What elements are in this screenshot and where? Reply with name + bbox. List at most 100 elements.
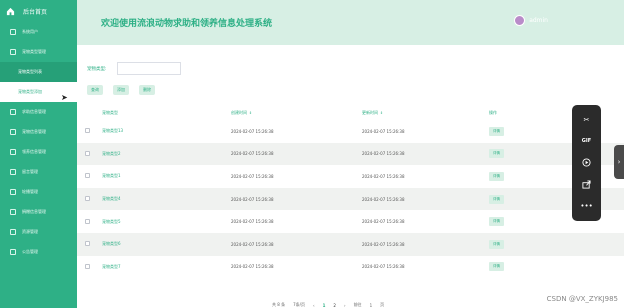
detail-button[interactable]: 详情: [489, 262, 504, 272]
cell-created: 2024-02-07 15:26:38: [231, 173, 274, 179]
page-number[interactable]: 1: [323, 303, 326, 308]
data-table: 宠物类型 创建时间 ⇕ 更新时间 ⇕ 操作 宠物类型13 2024-02-07 15:…: [77, 105, 624, 278]
sidebar-menu: 系统用户宠物类型管理宠物类型列表 宠物类型添加求助信息管理宠物信息管理领养信息管理…: [0, 22, 77, 262]
detail-button[interactable]: 详情: [489, 194, 504, 204]
row-checkbox[interactable]: [85, 263, 90, 269]
sidebar-item[interactable]: 系统用户: [0, 22, 77, 42]
gif-icon[interactable]: GIF: [581, 135, 593, 147]
cell-created: 2024-02-07 15:26:38: [231, 241, 274, 247]
column-header-updated[interactable]: 更新时间: [362, 110, 378, 115]
sidebar-item-label: 资源管理: [22, 229, 38, 234]
sidebar-item-label: 宠物信息管理: [22, 129, 46, 134]
delete-button[interactable]: 删除: [139, 85, 155, 95]
brand-label: 后台首页: [23, 8, 48, 16]
sidebar-item[interactable]: 领养信息管理: [0, 142, 77, 162]
sort-icon[interactable]: ⇕: [380, 111, 383, 115]
cell-type: 宠物类型7: [102, 263, 121, 269]
cell-type: 宠物类型1: [102, 173, 121, 179]
menu-item-icon: [10, 129, 16, 135]
cell-updated: 2024-02-07 15:26:38: [362, 151, 405, 157]
goto-page-input[interactable]: 1: [370, 303, 373, 308]
prev-page-button[interactable]: ‹: [313, 303, 315, 308]
detail-button[interactable]: 详情: [489, 239, 504, 249]
sidebar-item[interactable]: 留言管理: [0, 162, 77, 182]
page-list: 12: [323, 303, 336, 308]
detail-button[interactable]: 详情: [489, 217, 504, 227]
cell-created: 2024-02-07 15:26:38: [231, 219, 274, 225]
sidebar-item-label: 公告管理: [22, 249, 38, 254]
sidebar-item[interactable]: 轮播管理: [0, 182, 77, 202]
sidebar-item[interactable]: 公告管理: [0, 242, 77, 262]
brand-home-link[interactable]: 后台首页: [0, 0, 77, 22]
pagination: 共 8 条 7条/页 ‹ 12 › 前往 1 页: [272, 302, 384, 308]
cell-updated: 2024-02-07 15:26:38: [362, 173, 405, 179]
sidebar-item[interactable]: 捐赠信息管理: [0, 202, 77, 222]
row-checkbox[interactable]: [85, 173, 90, 179]
row-checkbox[interactable]: [85, 128, 90, 134]
menu-item-icon: [10, 49, 16, 55]
add-button[interactable]: 添加: [113, 85, 129, 95]
table-row: 宠物类型13 2024-02-07 15:26:38 2024-02-07 15:2…: [77, 120, 624, 143]
mouse-cursor-icon: ➤: [61, 93, 68, 102]
play-icon[interactable]: [581, 157, 593, 169]
row-checkbox[interactable]: [85, 218, 90, 224]
row-checkbox[interactable]: [85, 241, 90, 247]
table-header-row: 宠物类型 创建时间 ⇕ 更新时间 ⇕ 操作: [77, 105, 624, 120]
page-suffix: 页: [380, 302, 385, 307]
column-header-type[interactable]: 宠物类型: [102, 110, 118, 115]
share-icon[interactable]: [581, 179, 593, 191]
sidebar-item[interactable]: 求助信息管理: [0, 102, 77, 122]
search-input[interactable]: [117, 62, 181, 75]
table-row: 宠物类型7 2024-02-07 15:26:38 2024-02-07 15:26…: [77, 256, 624, 279]
sidebar-item[interactable]: 资源管理: [0, 222, 77, 242]
goto-label: 前往: [353, 302, 362, 307]
cell-created: 2024-02-07 15:26:38: [231, 151, 274, 157]
row-checkbox[interactable]: [85, 150, 90, 156]
main-content: 宠物类型: 查询 添加 删除 宠物类型 创建时间 ⇕ 更新时间 ⇕ 操作 宠物类型1…: [77, 45, 624, 308]
sidebar-item[interactable]: 宠物类型列表: [0, 62, 77, 82]
column-header-created[interactable]: 创建时间: [231, 110, 247, 115]
sidebar-item-label: 轮播管理: [22, 189, 38, 194]
detail-button[interactable]: 详情: [489, 171, 504, 181]
row-checkbox[interactable]: [85, 196, 90, 202]
sort-icon[interactable]: ⇕: [249, 111, 252, 115]
detail-button[interactable]: 详情: [489, 126, 504, 136]
menu-item-icon: [10, 109, 16, 115]
cell-type: 宠物类型2: [102, 150, 121, 156]
menu-item-icon: [10, 249, 16, 255]
page-size-select[interactable]: 7条/页: [293, 302, 305, 308]
menu-item-icon: [10, 169, 16, 175]
menu-item-icon: [10, 229, 16, 235]
cell-created: 2024-02-07 15:26:38: [231, 196, 274, 202]
sidebar-item[interactable]: 宠物信息管理: [0, 122, 77, 142]
column-header-action: 操作: [489, 109, 497, 115]
table-row: 宠物类型1 2024-02-07 15:26:38 2024-02-07 15:26…: [77, 165, 624, 188]
collapse-panel-button[interactable]: ›: [614, 145, 624, 179]
cell-updated: 2024-02-07 15:26:38: [362, 128, 405, 134]
sidebar-item-label: 宠物类型添加: [18, 89, 42, 94]
sidebar: 后台首页 系统用户宠物类型管理宠物类型列表 宠物类型添加求助信息管理宠物信息管理领…: [0, 0, 77, 308]
user-menu[interactable]: admin: [514, 15, 548, 26]
next-page-button[interactable]: ›: [344, 303, 346, 308]
page-title: 欢迎使用流浪动物求助和领养信息处理系统: [101, 19, 273, 29]
username: admin: [529, 17, 548, 24]
pagination-total: 共 8 条: [272, 302, 286, 307]
table-row: 宠物类型6 2024-02-07 15:26:38 2024-02-07 15:26…: [77, 232, 624, 256]
cell-type: 宠物类型6: [102, 241, 121, 247]
detail-button[interactable]: 详情: [489, 149, 504, 159]
search-button[interactable]: 查询: [87, 85, 103, 95]
watermark: CSDN @VX_ZYKJ985: [546, 295, 618, 303]
cell-updated: 2024-02-07 15:26:38: [362, 241, 405, 247]
menu-item-icon: [10, 29, 16, 35]
table-row: 宠物类型4 2024-02-07 15:26:38 2024-02-07 15:26…: [77, 187, 624, 211]
sidebar-item-label: 系统用户: [22, 29, 38, 34]
sidebar-item-label: 宠物类型列表: [18, 69, 42, 74]
menu-item-icon: [10, 149, 16, 155]
cell-created: 2024-02-07 15:26:38: [231, 264, 274, 270]
sidebar-item[interactable]: 宠物类型管理: [0, 42, 77, 62]
avatar: [514, 15, 526, 26]
scissors-icon[interactable]: ✂: [581, 114, 593, 126]
page-number[interactable]: 2: [333, 303, 336, 308]
more-icon[interactable]: •••: [580, 200, 592, 212]
cell-updated: 2024-02-07 15:26:38: [362, 219, 405, 225]
